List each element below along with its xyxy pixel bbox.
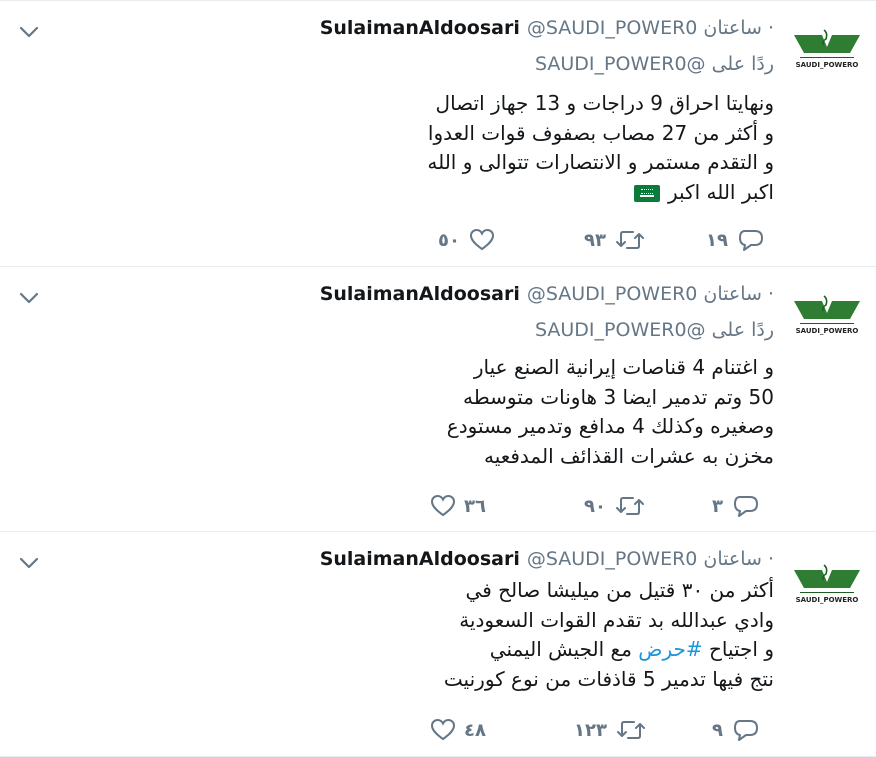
chevron-down-icon[interactable] (18, 552, 40, 574)
retweet-count: ٩٠ (584, 495, 606, 517)
saudi-power-logo-icon: SAUDI_POWERO (794, 29, 860, 69)
like-count: ٤٨ (464, 719, 486, 741)
heart-icon (430, 494, 456, 517)
like-count: ٣٦ (464, 495, 486, 517)
time-text: ساعتان (703, 17, 762, 39)
tweet-text: و اغتنام 4 قناصات إيرانية الصنع عيار 50 … (447, 353, 774, 471)
reply-context: ردًا على @SAUDI_POWER0 (535, 319, 774, 341)
retweet-button[interactable]: ٩٣ (584, 225, 645, 255)
time-text: ساعتان (703, 548, 762, 570)
reply-count: ١٩ (706, 229, 728, 251)
tweet-item[interactable]: SulaimanAldoosari @SAUDI_POWER0 · ساعتان… (0, 267, 876, 532)
tweet-text-line: و اغتنام 4 قناصات إيرانية الصنع عيار (473, 355, 774, 379)
retweet-count: ١٢٣ (574, 719, 607, 741)
tweet-text-line: اكبر الله اكبر (667, 179, 774, 204)
user-handle[interactable]: @SAUDI_POWER0 (527, 17, 698, 39)
user-handle[interactable]: @SAUDI_POWER0 (527, 283, 698, 305)
retweet-count: ٩٣ (584, 229, 606, 251)
retweet-button[interactable]: ١٢٣ (574, 715, 646, 745)
tweet-text-line: وادي عبدالله بد تقدم القوات السعودية (459, 607, 774, 632)
tweet-item[interactable]: SulaimanAldoosari @SAUDI_POWER0 · ساعتان… (0, 532, 876, 757)
hashtag-link[interactable]: #حرض (638, 637, 702, 661)
reply-button[interactable]: ١٩ (706, 225, 765, 255)
like-button[interactable]: ٤٨ (430, 715, 495, 745)
tweet-timestamp[interactable]: · ساعتان (703, 548, 774, 570)
tweet-text-line: و أكثر من 27 مصاب بصفوف قوات العدوا (427, 120, 774, 145)
reply-prefix: ردًا على (711, 319, 774, 341)
retweet-icon (615, 231, 644, 249)
retweet-button[interactable]: ٩٠ (584, 491, 645, 521)
reply-mention-link[interactable]: @SAUDI_POWER0 (535, 53, 706, 75)
user-display-name[interactable]: SulaimanAldoosari (320, 17, 520, 39)
tweet-actions: ٥٠ ٩٣ ١٩ (0, 225, 876, 255)
tweet-text-line: وصغيره وكذلك 4 مدافع وتدمير مستودع (446, 414, 774, 438)
user-display-name[interactable]: SulaimanAldoosari (320, 283, 520, 305)
retweet-icon (616, 721, 645, 739)
like-button[interactable]: ٥٠ (430, 225, 495, 255)
time-separator: · (761, 283, 774, 305)
tweet-text-line: أكثر من ٣٠ قتيل من ميليشا صالح في (465, 578, 774, 602)
tweet-actions: ٤٨ ١٢٣ ٩ (0, 715, 876, 745)
tweet-text-line-with-hashtag: و اجتياح #حرض مع الجيش اليمني (444, 635, 774, 665)
heart-icon (430, 718, 456, 741)
tweet-text-line: ونهايتا احراق 9 دراجات و 13 جهاز اتصال (435, 91, 774, 115)
tweet-text-line: نتج فيها تدمير 5 قاذفات من نوع كورنيت (443, 666, 774, 691)
svg-text:SAUDI_POWERO: SAUDI_POWERO (796, 596, 859, 604)
user-handle[interactable]: @SAUDI_POWER0 (527, 548, 698, 570)
tweet-text: ونهايتا احراق 9 دراجات و 13 جهاز اتصال و… (427, 89, 774, 207)
like-button[interactable]: ٣٦ (430, 491, 495, 521)
svg-text:SAUDI_POWERO: SAUDI_POWERO (796, 61, 859, 69)
tweet-text-fragment: و اجتياح (708, 637, 774, 661)
reply-context: ردًا على @SAUDI_POWER0 (535, 53, 774, 75)
tweet-actions: ٣٦ ٩٠ ٣ (0, 491, 876, 521)
tweet-header: SulaimanAldoosari @SAUDI_POWER0 · ساعتان (320, 17, 774, 39)
svg-text:SAUDI_POWERO: SAUDI_POWERO (796, 327, 859, 335)
reply-count: ٩ (712, 719, 723, 741)
saudi-flag-icon (633, 184, 660, 202)
tweet-header: SulaimanAldoosari @SAUDI_POWER0 · ساعتان (320, 283, 774, 305)
tweet-text-line-with-emoji: اكبر الله اكبر (427, 178, 774, 208)
reply-bubble-icon (734, 720, 758, 741)
saudi-power-logo-icon: SAUDI_POWERO (794, 295, 860, 335)
time-text: ساعتان (703, 283, 762, 305)
user-display-name[interactable]: SulaimanAldoosari (320, 548, 520, 570)
reply-bubble-icon (734, 496, 758, 517)
avatar[interactable]: SAUDI_POWERO (792, 293, 862, 345)
heart-icon (469, 228, 494, 251)
avatar[interactable]: SAUDI_POWERO (792, 562, 862, 614)
tweet-text-fragment: مع الجيش اليمني (489, 637, 632, 661)
reply-prefix: ردًا على (711, 53, 774, 75)
avatar[interactable]: SAUDI_POWERO (792, 27, 862, 79)
tweet-text-line: و التقدم مستمر و الانتصارات تتوالى و الل… (427, 150, 774, 174)
reply-button[interactable]: ٣ (712, 491, 760, 521)
tweet-timestamp[interactable]: · ساعتان (703, 17, 774, 39)
reply-bubble-icon (738, 230, 763, 251)
chevron-down-icon[interactable] (18, 287, 40, 309)
time-separator: · (761, 17, 774, 39)
like-count: ٥٠ (438, 229, 460, 251)
time-separator: · (761, 548, 774, 570)
saudi-power-logo-icon: SAUDI_POWERO (794, 564, 860, 604)
tweet-feed: SulaimanAldoosari @SAUDI_POWER0 · ساعتان… (0, 0, 876, 757)
reply-count: ٣ (712, 495, 723, 517)
reply-button[interactable]: ٩ (712, 715, 760, 745)
tweet-timestamp[interactable]: · ساعتان (703, 283, 774, 305)
tweet-text-line: مخزن به عشرات القذائف المدفعيه (483, 443, 774, 468)
tweet-text-line: 50 وتم تدمير ايضا 3 هاونات متوسطه (462, 384, 774, 409)
tweet-text: أكثر من ٣٠ قتيل من ميليشا صالح في وادي ع… (444, 576, 774, 694)
reply-mention-link[interactable]: @SAUDI_POWER0 (535, 319, 706, 341)
tweet-item[interactable]: SulaimanAldoosari @SAUDI_POWER0 · ساعتان… (0, 1, 876, 267)
retweet-icon (615, 497, 644, 515)
tweet-header: SulaimanAldoosari @SAUDI_POWER0 · ساعتان (320, 548, 774, 570)
chevron-down-icon[interactable] (18, 21, 40, 43)
